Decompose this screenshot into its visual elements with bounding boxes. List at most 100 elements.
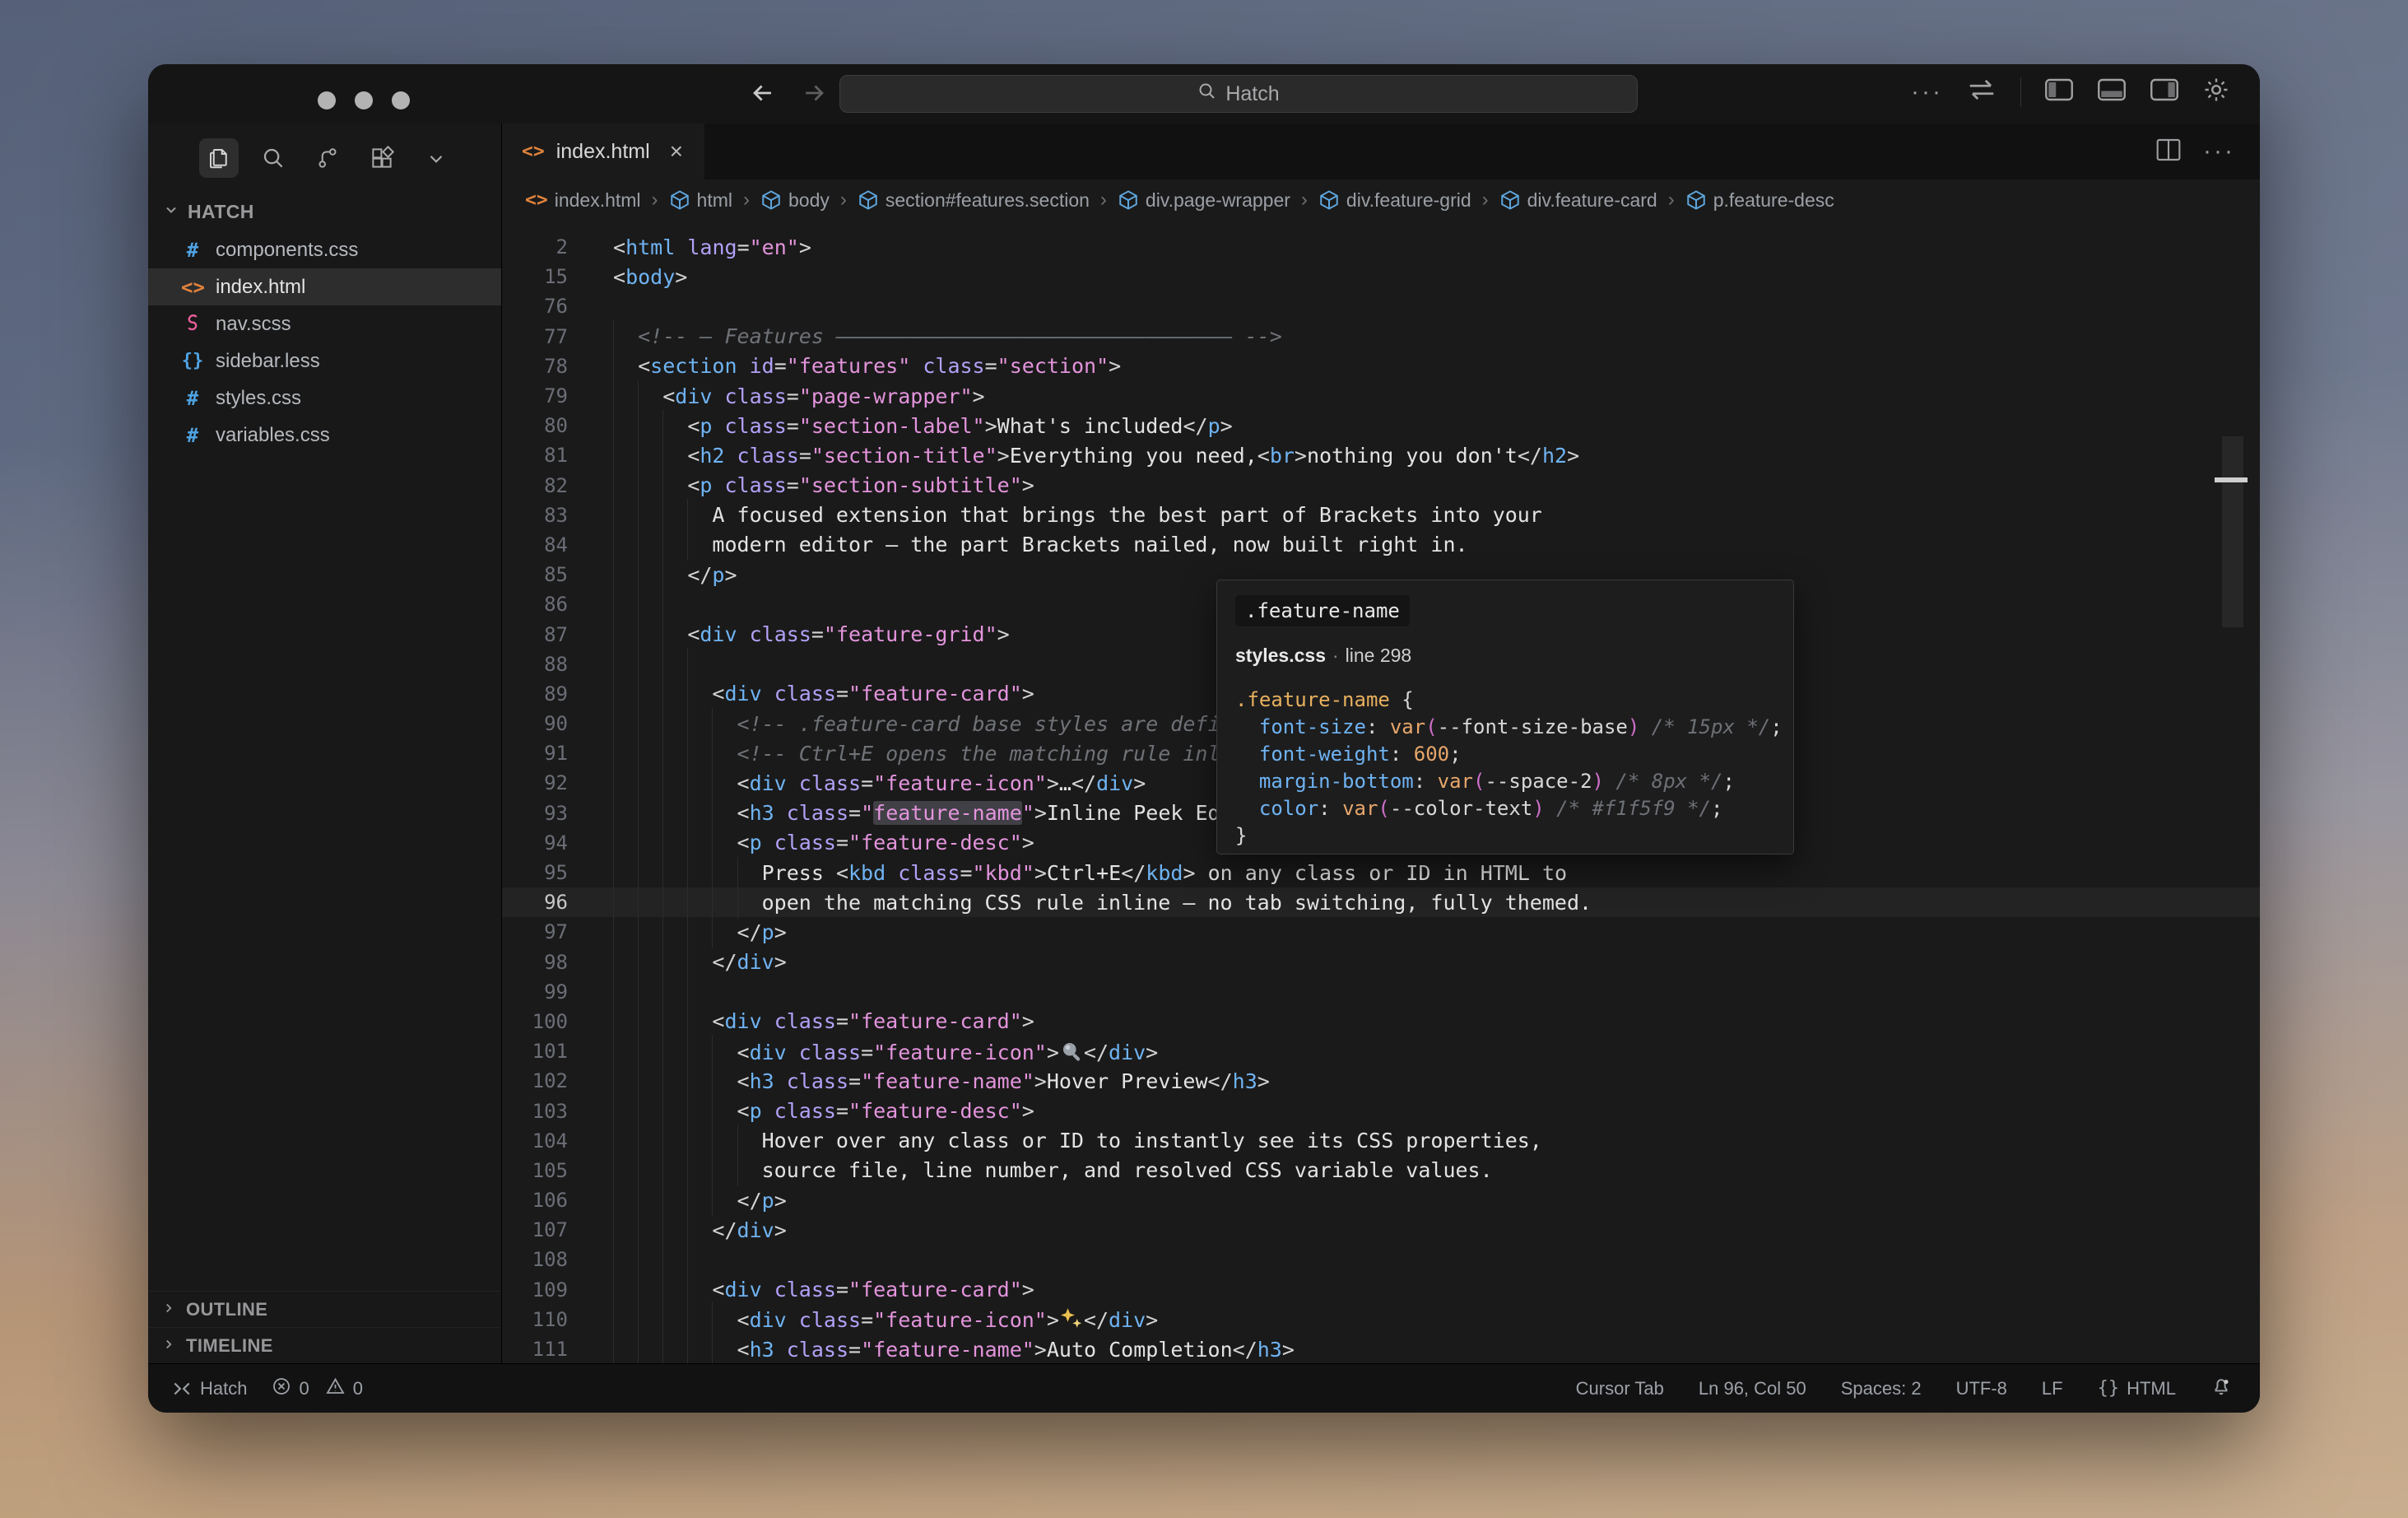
command-center-search[interactable]: Hatch — [839, 75, 1638, 113]
status-item-utf-8[interactable]: UTF-8 — [1956, 1378, 2007, 1399]
breadcrumb-item[interactable]: div.feature-grid — [1318, 189, 1471, 212]
code-line-104[interactable]: 104 Hover over any class or ID to instan… — [502, 1125, 2260, 1157]
code-line-78[interactable]: 78 <section id="features" class="section… — [502, 350, 2260, 383]
peek-code-line[interactable]: color: var(--color-text) /* #f1f5f9 */; — [1235, 795, 1775, 822]
split-editor-icon[interactable] — [2155, 137, 2182, 166]
code-line-102[interactable]: 102 <h3 class="feature-name">Hover Previ… — [502, 1064, 2260, 1097]
peek-code-line[interactable]: .feature-name { — [1235, 687, 1775, 714]
indent-guide — [638, 618, 639, 651]
code-token: Hover over any class or ID to instantly … — [761, 1129, 1542, 1153]
code-line-111[interactable]: 111 <h3 class="feature-name">Auto Comple… — [502, 1333, 2260, 1363]
source-control-icon[interactable] — [308, 138, 347, 178]
code-line-15[interactable]: 15 <body> — [502, 262, 2260, 291]
code-token: = — [861, 1308, 874, 1333]
code-line-84[interactable]: 84 modern editor — the part Brackets nai… — [502, 529, 2260, 561]
file-item-styles.css[interactable]: # styles.css — [148, 380, 501, 417]
breadcrumb-item[interactable]: section#features.section — [858, 189, 1090, 212]
explorer-files-icon[interactable] — [199, 138, 239, 178]
code-line-100[interactable]: 100 <div class="feature-card"> — [502, 1005, 2260, 1038]
file-item-nav.scss[interactable]: nav.scss — [148, 305, 501, 342]
indent-guide — [613, 827, 614, 859]
code-line-96[interactable]: 96 open the matching CSS rule inline — n… — [502, 886, 2260, 919]
settings-gear-icon[interactable] — [2202, 76, 2230, 108]
status-item-cursor-tab[interactable]: Cursor Tab — [1576, 1378, 1664, 1399]
code-line-103[interactable]: 103 <p class="feature-desc"> — [502, 1095, 2260, 1128]
file-item-variables.css[interactable]: # variables.css — [148, 417, 501, 454]
indent-guide — [662, 1005, 664, 1038]
breadcrumb-item[interactable]: html — [669, 189, 732, 212]
close-window-button[interactable] — [318, 91, 336, 109]
code-line-108[interactable]: 108 — [502, 1243, 2260, 1276]
peek-css-code[interactable]: .feature-name { font-size: var(--font-si… — [1235, 687, 1783, 850]
notifications-bell-icon[interactable] — [2210, 1376, 2232, 1402]
sync-arrows-icon[interactable] — [1966, 76, 1997, 108]
forward-icon[interactable] — [800, 79, 828, 107]
code-token: on any class or ID in HTML to — [1195, 860, 1568, 885]
back-icon[interactable] — [749, 79, 777, 107]
more-actions-icon[interactable]: ··· — [1911, 78, 1943, 106]
peek-code-line[interactable]: } — [1235, 822, 1775, 850]
code-line-82[interactable]: 82 <p class="section-subtitle"> — [502, 469, 2260, 502]
code-line-101[interactable]: 101 <div class="feature-icon"> </div> — [502, 1034, 2260, 1069]
code-line-105[interactable]: 105 source file, line number, and resolv… — [502, 1154, 2260, 1187]
toggle-right-panel-icon[interactable] — [2150, 77, 2179, 106]
file-item-index.html[interactable]: <> index.html — [148, 268, 501, 305]
code-line-95[interactable]: 95 Press <kbd class="kbd">Ctrl+E</kbd> o… — [502, 856, 2260, 889]
code-line-98[interactable]: 98 </div> — [502, 946, 2260, 979]
breadcrumb-item[interactable]: div.page-wrapper — [1118, 189, 1290, 212]
scrollbar-thumb[interactable] — [2222, 436, 2243, 627]
outline-section-header[interactable]: OUTLINE — [148, 1291, 501, 1327]
project-root-header[interactable]: HATCH — [148, 189, 501, 231]
peek-source-line[interactable]: styles.css · line 298 — [1235, 645, 1775, 667]
code-token: </ — [712, 1218, 737, 1242]
breadcrumb-item[interactable]: <> index.html — [525, 189, 641, 212]
breadcrumb-item[interactable]: p.feature-desc — [1685, 189, 1834, 212]
peek-code-line[interactable]: margin-bottom: var(--space-2) /* 8px */; — [1235, 768, 1775, 795]
timeline-section-header[interactable]: TIMELINE — [148, 1327, 501, 1363]
code-line-81[interactable]: 81 <h2 class="section-title">Everything … — [502, 439, 2260, 472]
status-item-lf[interactable]: LF — [2042, 1378, 2063, 1399]
peek-code-line[interactable]: font-weight: 600; — [1235, 741, 1775, 768]
tab-index-html[interactable]: <> index.html × — [502, 123, 705, 179]
indent-guide — [662, 678, 664, 710]
editor-window: Hatch ··· HATCH # components.css <> inde… — [148, 64, 2260, 1413]
remote-indicator[interactable]: Hatch — [171, 1378, 247, 1399]
code-line-97[interactable]: 97 </p> — [502, 915, 2260, 948]
extensions-icon[interactable] — [362, 138, 402, 178]
code-line-80[interactable]: 80 <p class="section-label">What's inclu… — [502, 409, 2260, 442]
code-line-110[interactable]: 110 <div class="feature-icon"> </div> — [502, 1302, 2260, 1337]
code-token: : — [1389, 743, 1414, 766]
file-item-sidebar.less[interactable]: {} sidebar.less — [148, 342, 501, 380]
chevron-down-icon[interactable] — [416, 138, 456, 178]
minimize-window-button[interactable] — [355, 91, 373, 109]
breadcrumb-item[interactable]: body — [760, 189, 830, 212]
code-line-107[interactable]: 107 </div> — [502, 1213, 2260, 1246]
code-token: feature-name — [873, 801, 1022, 826]
file-item-components.css[interactable]: # components.css — [148, 231, 501, 268]
peek-code-line[interactable]: font-size: var(--font-size-base) /* 15px… — [1235, 714, 1783, 741]
search-sidebar-icon[interactable] — [253, 138, 293, 178]
toggle-left-panel-icon[interactable] — [2044, 77, 2074, 106]
code-line-99[interactable]: 99 — [502, 976, 2260, 1008]
problems-indicator[interactable]: 0 0 — [272, 1376, 363, 1401]
code-token: { — [1389, 688, 1414, 711]
code-line-76[interactable]: 76 — [502, 291, 2260, 321]
status-item-language-mode[interactable]: {} HTML — [2098, 1378, 2176, 1399]
code-line-79[interactable]: 79 <div class="page-wrapper"> — [502, 380, 2260, 412]
status-item-ln-96-col-50[interactable]: Ln 96, Col 50 — [1699, 1378, 1806, 1399]
code-line-109[interactable]: 109 <div class="feature-card"> — [502, 1274, 2260, 1306]
code-line-83[interactable]: 83 A focused extension that brings the b… — [502, 499, 2260, 532]
code-line-77[interactable]: 77 <!-- — Features —————————————————————… — [502, 320, 2260, 353]
close-tab-icon[interactable]: × — [670, 138, 683, 165]
indent-guide — [662, 976, 664, 1008]
maximize-window-button[interactable] — [392, 91, 410, 109]
code-line-106[interactable]: 106 </p> — [502, 1184, 2260, 1217]
breadcrumb-item[interactable]: div.feature-card — [1499, 189, 1657, 212]
indent-guide — [613, 469, 614, 502]
toggle-bottom-panel-icon[interactable] — [2097, 77, 2127, 106]
indent-guide — [638, 558, 639, 591]
status-item-spaces-2[interactable]: Spaces: 2 — [1841, 1378, 1922, 1399]
indent-guide — [662, 1213, 664, 1246]
more-editor-actions-icon[interactable]: ··· — [2203, 137, 2235, 165]
code-line-2[interactable]: 2 <html lang="en"> — [502, 232, 2260, 262]
